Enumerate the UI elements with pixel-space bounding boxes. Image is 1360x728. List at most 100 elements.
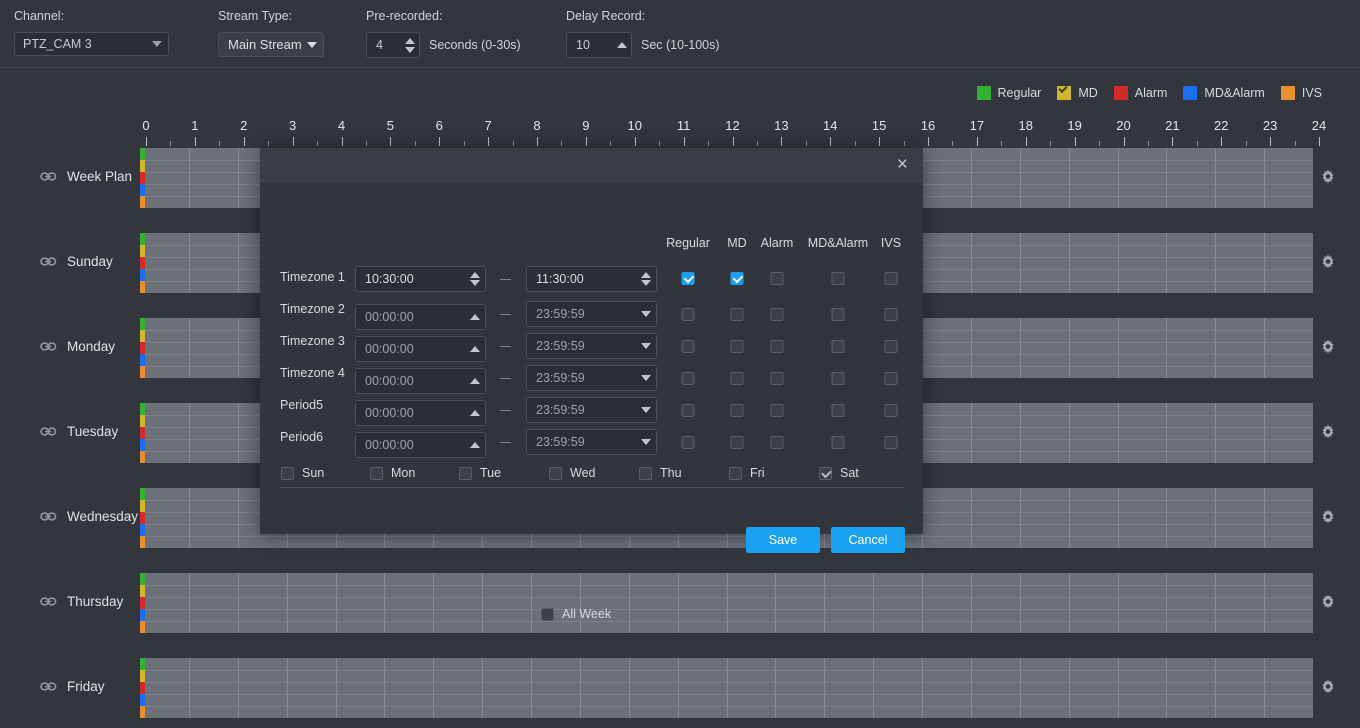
gear-icon[interactable] bbox=[1318, 338, 1338, 358]
link-icon[interactable] bbox=[40, 595, 57, 608]
close-icon[interactable]: × bbox=[892, 153, 913, 176]
day-checkbox-box[interactable] bbox=[459, 466, 472, 480]
start-time-field[interactable]: 00:00:00 bbox=[355, 368, 486, 394]
day-checkbox-box[interactable] bbox=[639, 466, 652, 480]
checkbox-alarm[interactable] bbox=[770, 308, 784, 321]
all-week-checkbox[interactable]: All Week bbox=[541, 607, 611, 621]
end-time-field[interactable]: 23:59:59 bbox=[526, 365, 657, 391]
save-button[interactable]: Save bbox=[746, 527, 820, 553]
day-checkbox-tue[interactable]: Tue bbox=[459, 466, 501, 480]
start-time-field[interactable]: 00:00:00 bbox=[355, 336, 486, 362]
end-time-field[interactable]: 23:59:59 bbox=[526, 301, 657, 327]
end-time-field[interactable]: 11:30:00 bbox=[526, 266, 657, 292]
checkbox-ivs[interactable] bbox=[884, 436, 898, 449]
day-checkbox-sat[interactable]: Sat bbox=[819, 466, 859, 480]
stepper-arrows[interactable] bbox=[405, 37, 415, 53]
checkbox-regular[interactable] bbox=[681, 404, 695, 417]
checkbox-md-alarm[interactable] bbox=[831, 372, 845, 385]
link-icon[interactable] bbox=[40, 170, 57, 183]
link-icon[interactable] bbox=[40, 255, 57, 268]
checkbox-md-alarm[interactable] bbox=[831, 404, 845, 417]
checkbox-alarm[interactable] bbox=[770, 340, 784, 353]
gear-icon[interactable] bbox=[1318, 168, 1338, 188]
day-checkbox-box[interactable] bbox=[729, 466, 742, 480]
stepper-arrows[interactable] bbox=[641, 343, 651, 349]
arrow-down-icon[interactable] bbox=[641, 280, 651, 286]
stepper-arrows[interactable] bbox=[470, 410, 480, 416]
day-checkbox-box[interactable] bbox=[370, 466, 383, 480]
gear-icon[interactable] bbox=[1318, 508, 1338, 528]
link-icon[interactable] bbox=[40, 340, 57, 353]
delay-record-stepper[interactable]: 10 bbox=[566, 32, 632, 58]
checkbox-regular[interactable] bbox=[681, 340, 695, 353]
stepper-arrows[interactable] bbox=[470, 346, 480, 352]
stream-type-select[interactable]: Main Stream bbox=[218, 32, 324, 57]
day-checkbox-fri[interactable]: Fri bbox=[729, 466, 765, 480]
stepper-arrows[interactable] bbox=[641, 407, 651, 413]
gear-icon[interactable] bbox=[1318, 678, 1338, 698]
stepper-arrows[interactable] bbox=[470, 272, 480, 286]
checkbox-ivs[interactable] bbox=[884, 272, 898, 285]
checkbox-ivs[interactable] bbox=[884, 372, 898, 385]
checkbox-ivs[interactable] bbox=[884, 404, 898, 417]
arrow-down-icon[interactable] bbox=[641, 407, 651, 413]
arrow-up-icon[interactable] bbox=[470, 346, 480, 352]
end-time-field[interactable]: 23:59:59 bbox=[526, 397, 657, 423]
stepper-arrows[interactable] bbox=[641, 439, 651, 445]
day-checkbox-wed[interactable]: Wed bbox=[549, 466, 595, 480]
arrow-up-icon[interactable] bbox=[617, 42, 627, 48]
link-icon[interactable] bbox=[40, 425, 57, 438]
stepper-arrows[interactable] bbox=[470, 442, 480, 448]
arrow-up-icon[interactable] bbox=[470, 378, 480, 384]
arrow-up-icon[interactable] bbox=[405, 37, 415, 44]
end-time-field[interactable]: 23:59:59 bbox=[526, 333, 657, 359]
checkbox-md[interactable] bbox=[730, 272, 744, 285]
checkbox-regular[interactable] bbox=[681, 372, 695, 385]
checkbox-regular[interactable] bbox=[681, 436, 695, 449]
gear-icon[interactable] bbox=[1318, 423, 1338, 443]
day-checkbox-mon[interactable]: Mon bbox=[370, 466, 415, 480]
stepper-arrows[interactable] bbox=[641, 272, 651, 286]
checkbox-md-alarm[interactable] bbox=[831, 308, 845, 321]
link-icon[interactable] bbox=[40, 510, 57, 523]
day-checkbox-sun[interactable]: Sun bbox=[281, 466, 324, 480]
checkbox-md[interactable] bbox=[730, 404, 744, 417]
checkbox-md-alarm[interactable] bbox=[831, 340, 845, 353]
arrow-down-icon[interactable] bbox=[641, 343, 651, 349]
stepper-arrows[interactable] bbox=[470, 378, 480, 384]
checkbox-alarm[interactable] bbox=[770, 372, 784, 385]
checkbox-md[interactable] bbox=[730, 436, 744, 449]
gear-icon[interactable] bbox=[1318, 253, 1338, 273]
timeline-track-friday[interactable] bbox=[140, 658, 1313, 718]
stepper-arrows[interactable] bbox=[617, 42, 627, 48]
channel-select[interactable]: PTZ_CAM 3 bbox=[14, 32, 169, 56]
checkbox-regular[interactable] bbox=[681, 308, 695, 321]
day-checkbox-thu[interactable]: Thu bbox=[639, 466, 682, 480]
checkbox-regular[interactable] bbox=[681, 272, 695, 285]
checkbox-md[interactable] bbox=[730, 308, 744, 321]
gear-icon[interactable] bbox=[1318, 593, 1338, 613]
end-time-field[interactable]: 23:59:59 bbox=[526, 429, 657, 455]
stepper-arrows[interactable] bbox=[641, 375, 651, 381]
stepper-arrows[interactable] bbox=[641, 311, 651, 317]
arrow-up-icon[interactable] bbox=[470, 410, 480, 416]
arrow-down-icon[interactable] bbox=[405, 46, 415, 53]
cancel-button[interactable]: Cancel bbox=[831, 527, 905, 553]
stepper-arrows[interactable] bbox=[470, 314, 480, 320]
checkbox-md[interactable] bbox=[730, 372, 744, 385]
arrow-down-icon[interactable] bbox=[641, 439, 651, 445]
arrow-down-icon[interactable] bbox=[470, 280, 480, 286]
day-checkbox-box[interactable] bbox=[281, 466, 294, 480]
arrow-up-icon[interactable] bbox=[470, 442, 480, 448]
start-time-field[interactable]: 10:30:00 bbox=[355, 266, 486, 292]
checkbox-md-alarm[interactable] bbox=[831, 272, 845, 285]
all-week-box[interactable] bbox=[541, 607, 554, 621]
arrow-up-icon[interactable] bbox=[641, 272, 651, 278]
arrow-down-icon[interactable] bbox=[641, 311, 651, 317]
checkbox-alarm[interactable] bbox=[770, 436, 784, 449]
start-time-field[interactable]: 00:00:00 bbox=[355, 304, 486, 330]
checkbox-alarm[interactable] bbox=[770, 272, 784, 285]
day-checkbox-box[interactable] bbox=[819, 466, 832, 480]
day-checkbox-box[interactable] bbox=[549, 466, 562, 480]
arrow-down-icon[interactable] bbox=[641, 375, 651, 381]
